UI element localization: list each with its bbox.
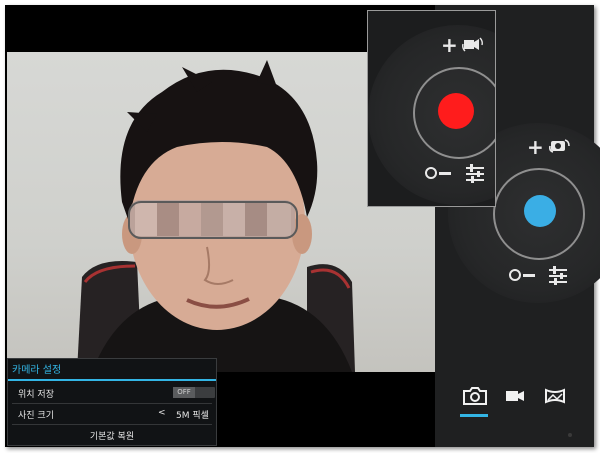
- camera-settings-panel: 카메라 설정 위치 저장 OFF 사진 크기 < 5M 픽셀 기본값 복원: [7, 358, 217, 446]
- row-separator: [12, 424, 212, 425]
- active-mode-indicator: [460, 414, 488, 417]
- panorama-mode-icon[interactable]: [540, 383, 570, 409]
- photo-size-value[interactable]: 5M 픽셀: [176, 408, 209, 421]
- location-save-label: 위치 저장: [18, 390, 54, 400]
- status-dot: [568, 433, 572, 437]
- row-separator: [12, 403, 212, 404]
- camera-zoom-in-button[interactable]: +: [527, 137, 544, 157]
- photo-size-prev-arrow[interactable]: <: [158, 408, 166, 418]
- camera-mode-icon[interactable]: [460, 383, 490, 409]
- video-mode-icon[interactable]: [500, 383, 530, 409]
- mode-switcher: [435, 375, 594, 420]
- video-control-popup: +: [367, 10, 496, 207]
- toggle-off-label: OFF: [173, 387, 195, 398]
- camera-settings-sliders-icon[interactable]: [548, 265, 568, 288]
- settings-title: 카메라 설정: [12, 365, 62, 376]
- settings-title-underline: [8, 379, 216, 381]
- camera-shutter-button[interactable]: [524, 195, 556, 227]
- video-switch-icon[interactable]: [462, 35, 484, 56]
- video-settings-sliders-icon[interactable]: [465, 163, 485, 186]
- reset-defaults-button[interactable]: 기본값 복원: [8, 429, 216, 442]
- photo-size-label: 사진 크기: [18, 411, 54, 421]
- camera-switch-icon[interactable]: [549, 137, 571, 158]
- camera-zoom-out-button[interactable]: [508, 265, 538, 288]
- video-zoom-out-button[interactable]: [424, 163, 454, 186]
- location-save-toggle[interactable]: OFF: [173, 387, 215, 398]
- video-record-button[interactable]: [438, 93, 474, 129]
- video-zoom-in-button[interactable]: +: [441, 35, 458, 55]
